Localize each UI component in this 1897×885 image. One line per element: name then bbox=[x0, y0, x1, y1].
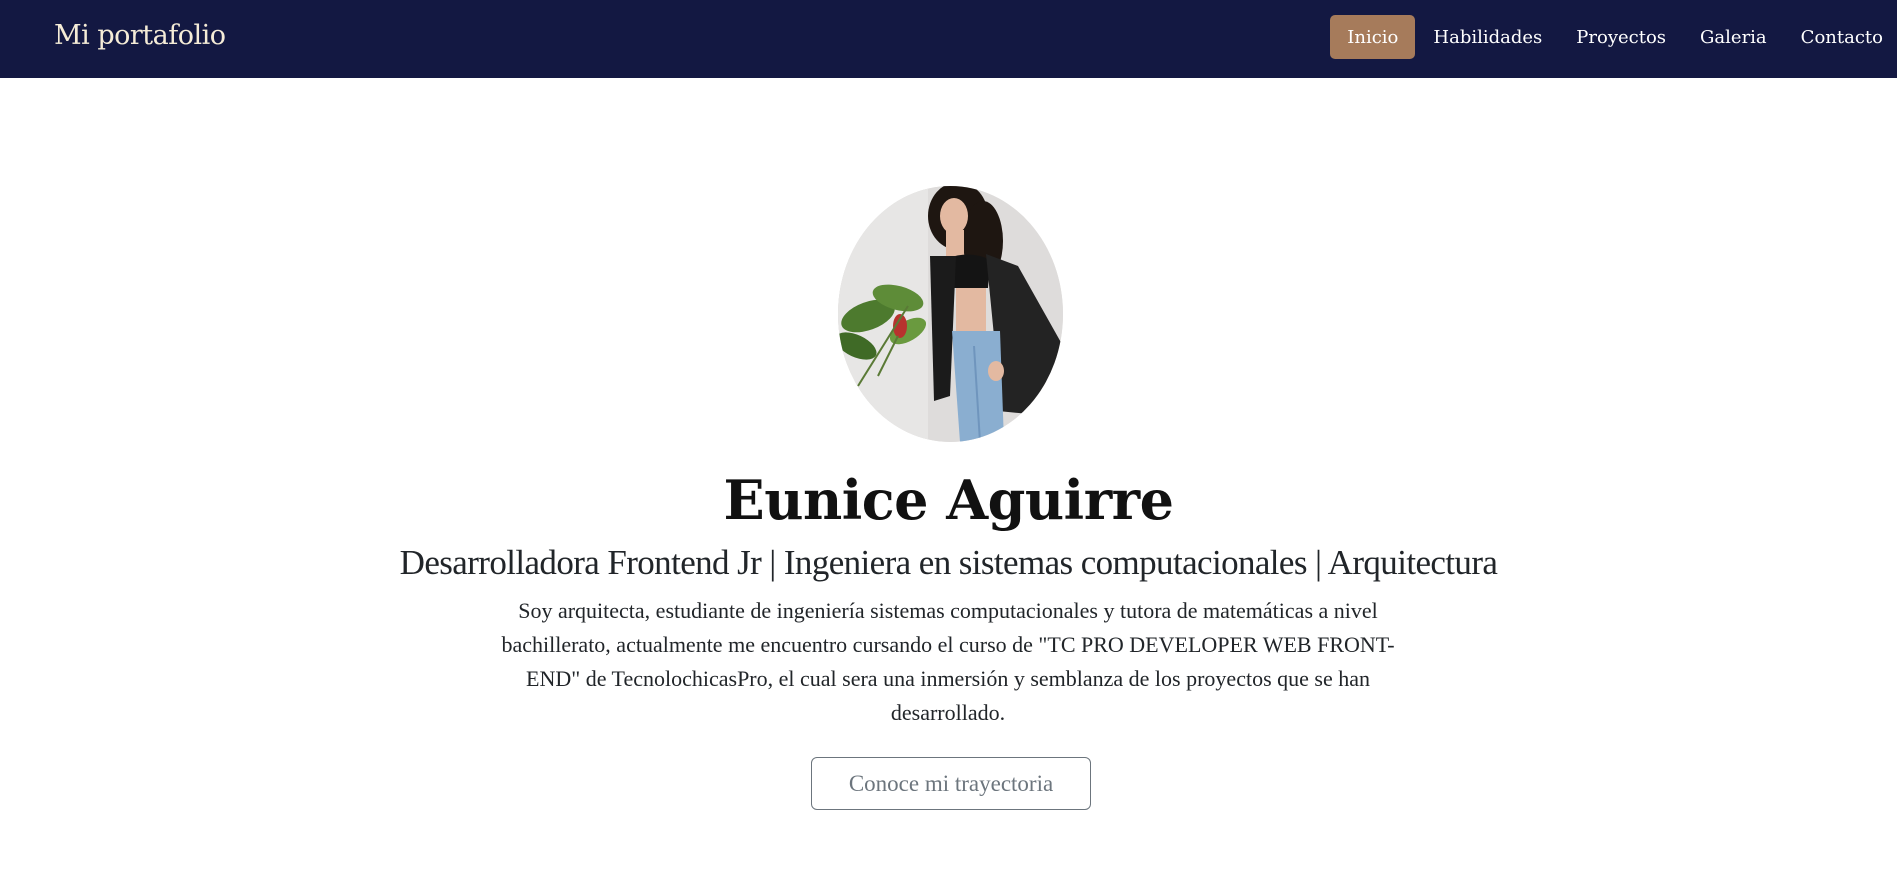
nav-link-inicio[interactable]: Inicio bbox=[1330, 15, 1416, 59]
nav-link-contacto[interactable]: Contacto bbox=[1784, 15, 1897, 59]
nav-links: Inicio Habilidades Proyectos Galeria Con… bbox=[1330, 15, 1897, 59]
profile-photo-image bbox=[838, 186, 1063, 442]
hero-name: Eunice Aguirre bbox=[723, 468, 1174, 532]
trajectory-button[interactable]: Conoce mi trayectoria bbox=[811, 757, 1091, 810]
hero-description: Soy arquitecta, estudiante de ingeniería… bbox=[501, 598, 1395, 725]
nav-link-proyectos[interactable]: Proyectos bbox=[1559, 15, 1683, 59]
brand-logo[interactable]: Mi portafolio bbox=[54, 20, 226, 51]
profile-photo bbox=[838, 186, 1063, 442]
navbar: Mi portafolio Inicio Habilidades Proyect… bbox=[0, 0, 1897, 78]
hero-subtitle: Desarrolladora Frontend Jr | Ingeniera e… bbox=[399, 543, 1498, 582]
nav-link-habilidades[interactable]: Habilidades bbox=[1416, 15, 1559, 59]
nav-link-galeria[interactable]: Galeria bbox=[1683, 15, 1784, 59]
